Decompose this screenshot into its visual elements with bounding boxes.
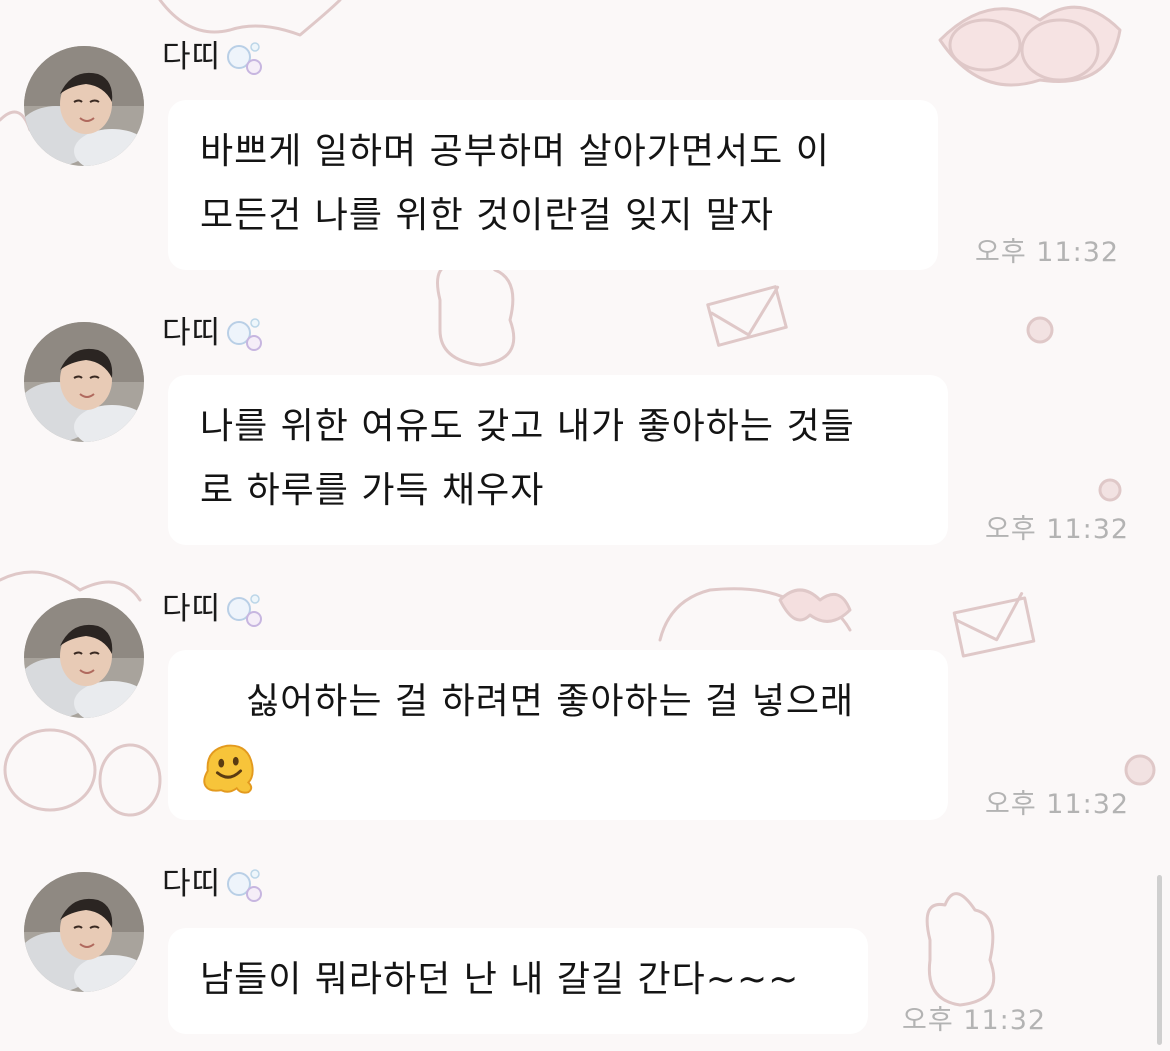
avatar[interactable] <box>24 322 144 442</box>
envelope-doodle <box>706 285 788 347</box>
message-text: 로 하루를 가득 채우자 <box>200 470 545 511</box>
kitty-doodle <box>0 570 142 602</box>
bow-doodle <box>778 588 852 623</box>
egg-doodle <box>3 728 97 812</box>
sender-name: 다띠 <box>162 314 222 351</box>
envelope-doodle <box>952 596 1036 658</box>
melting-face-emoji <box>203 744 254 794</box>
message-time: 오후 11:32 <box>985 789 1130 820</box>
bow-doodle <box>938 5 1122 87</box>
profile-photo <box>24 46 144 166</box>
emoji-line <box>200 734 920 798</box>
message-bubble[interactable]: 바쁘게 일하며 공부하며 살아가면서도 이 모든건 나를 위한 것이란걸 잊지 … <box>168 100 938 270</box>
message-bubble[interactable]: 남들이 뭐라하던 난 내 갈길 간다~~~ <box>168 928 868 1034</box>
scrollbar[interactable] <box>1157 875 1162 1045</box>
flower-doodle <box>1026 316 1054 344</box>
avatar[interactable] <box>24 46 144 166</box>
message-time: 오후 11:32 <box>985 514 1130 545</box>
message-text: 모든건 나를 위한 것이란걸 잊지 말자 <box>200 195 775 236</box>
profile-photo <box>24 322 144 442</box>
avatar[interactable] <box>24 872 144 992</box>
kitty-doodle <box>658 587 852 642</box>
sender-row: 다띠 <box>162 857 265 903</box>
sender-name: 다띠 <box>162 38 222 75</box>
bunny-doodle <box>436 252 516 367</box>
bubble-icon <box>227 869 263 902</box>
avatar[interactable] <box>24 598 144 718</box>
sender-name: 다띠 <box>162 590 222 627</box>
bubble-icon <box>227 318 263 351</box>
profile-photo <box>24 598 144 718</box>
sender-row: 다띠 <box>162 30 265 76</box>
sender-row: 다띠 <box>162 306 265 352</box>
sender-name: 다띠 <box>162 865 222 902</box>
profile-photo <box>24 872 144 992</box>
message-bubble[interactable]: 싫어하는 걸 하려면 좋아하는 걸 넣으래 <box>168 650 948 820</box>
message-time: 오후 11:32 <box>975 237 1120 268</box>
envelope-flap <box>710 285 780 337</box>
message-text: 나를 위한 여유도 갖고 내가 좋아하는 것들 <box>200 406 855 447</box>
message-time: 오후 11:32 <box>902 1005 1047 1036</box>
envelope-flap <box>954 592 1024 642</box>
egg-doodle <box>98 743 162 817</box>
bubble-icon <box>227 594 263 627</box>
egg-doodle <box>948 18 1022 72</box>
bunny-doodle <box>925 892 996 1007</box>
message-text: 싫어하는 걸 하려면 좋아하는 걸 넣으래 <box>246 681 855 722</box>
egg-doodle <box>1020 18 1100 82</box>
message-text: 바쁘게 일하며 공부하며 살아가면서도 이 <box>200 131 830 172</box>
sender-row: 다띠 <box>162 582 265 628</box>
message-text: 남들이 뭐라하던 난 내 갈길 간다~~~ <box>200 959 800 1000</box>
message-bubble[interactable]: 나를 위한 여유도 갖고 내가 좋아하는 것들 로 하루를 가득 채우자 <box>168 375 948 545</box>
flower-doodle <box>1098 478 1122 502</box>
flower-doodle <box>1124 754 1156 786</box>
bubble-icon <box>227 42 263 75</box>
